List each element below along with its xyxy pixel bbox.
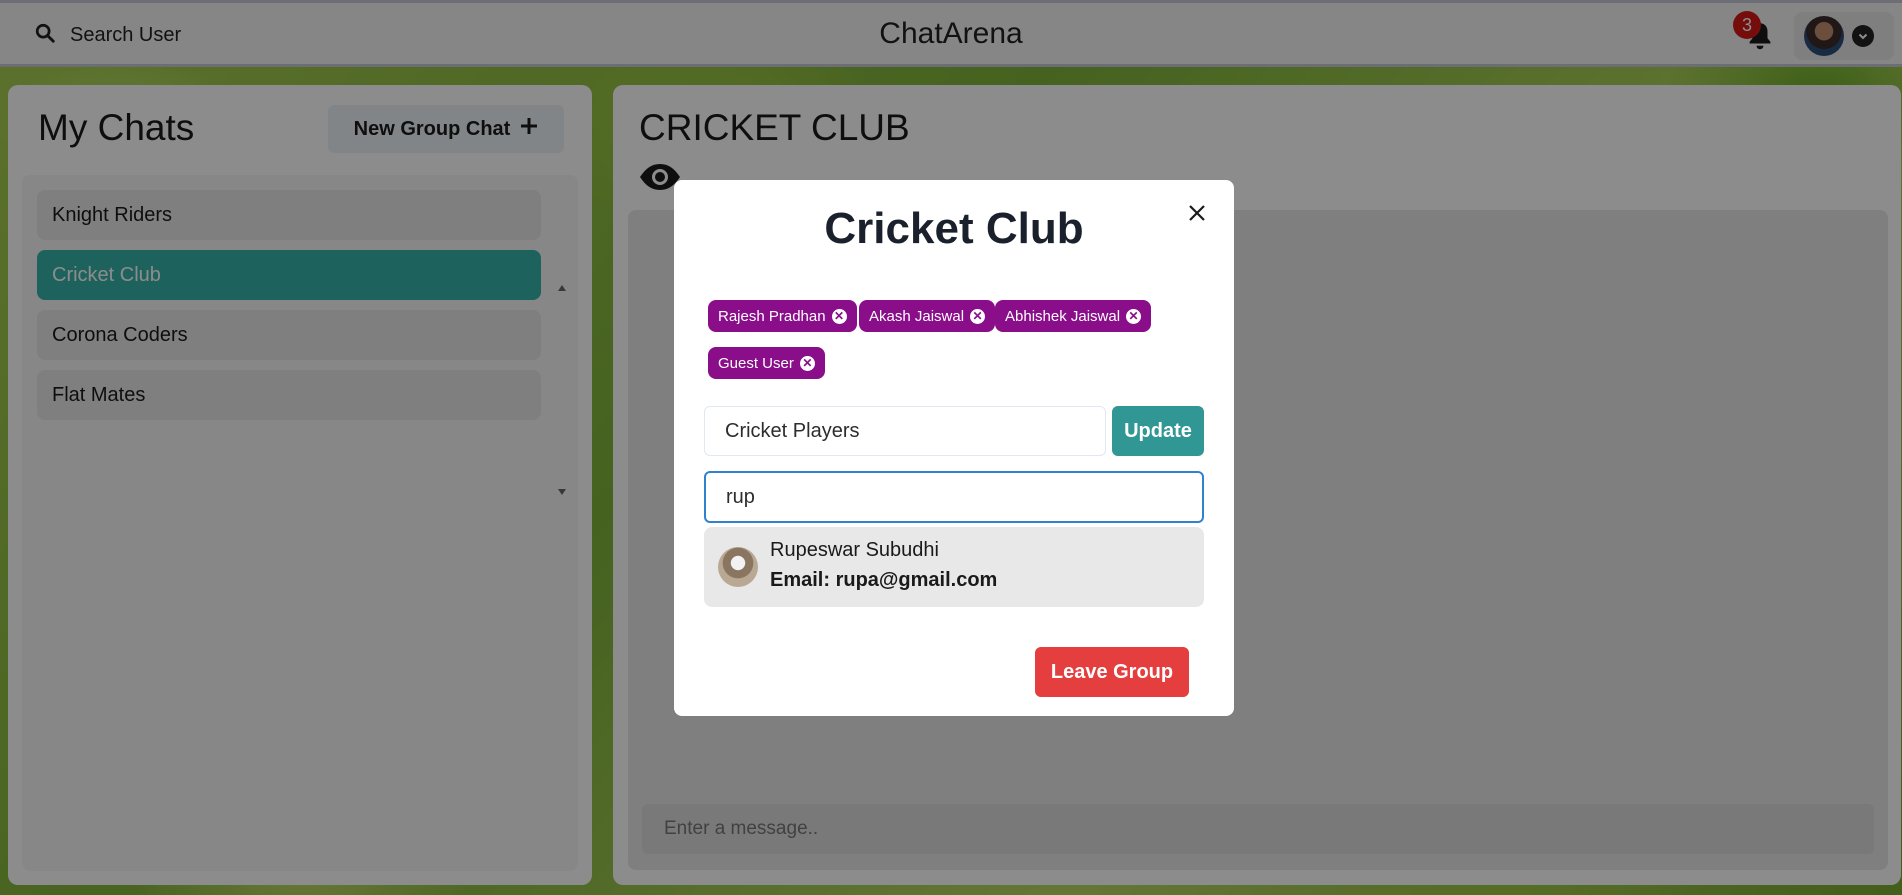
update-button[interactable]: Update (1112, 406, 1204, 456)
member-chip-label: Rajesh Pradhan (718, 307, 826, 325)
user-search-result[interactable]: Rupeswar Subudhi Email: rupa@gmail.com (704, 527, 1204, 607)
member-chip-label: Guest User (718, 354, 794, 372)
member-chip: Abhishek Jaiswal ✕ (995, 300, 1152, 332)
remove-member-icon[interactable]: ✕ (1126, 308, 1142, 324)
member-chip: Akash Jaiswal ✕ (859, 300, 996, 332)
group-name-input[interactable] (704, 406, 1106, 456)
member-chip: Guest User ✕ (708, 347, 825, 379)
member-chip-label: Akash Jaiswal (869, 307, 965, 325)
avatar (718, 547, 758, 587)
add-user-search-input[interactable] (704, 471, 1204, 523)
result-user-email: Email: rupa@gmail.com (770, 569, 998, 591)
leave-group-button[interactable]: Leave Group (1035, 647, 1189, 697)
member-chip: Rajesh Pradhan ✕ (708, 300, 857, 332)
group-settings-modal: Cricket Club Rajesh Pradhan ✕ Akash Jais… (674, 180, 1234, 716)
modal-title: Cricket Club (824, 204, 1084, 253)
remove-member-icon[interactable]: ✕ (831, 308, 847, 324)
remove-member-icon[interactable]: ✕ (799, 355, 815, 371)
result-user-name: Rupeswar Subudhi (770, 539, 939, 561)
member-chip-label: Abhishek Jaiswal (1005, 307, 1121, 325)
close-icon[interactable] (1184, 200, 1210, 226)
remove-member-icon[interactable]: ✕ (970, 308, 986, 324)
